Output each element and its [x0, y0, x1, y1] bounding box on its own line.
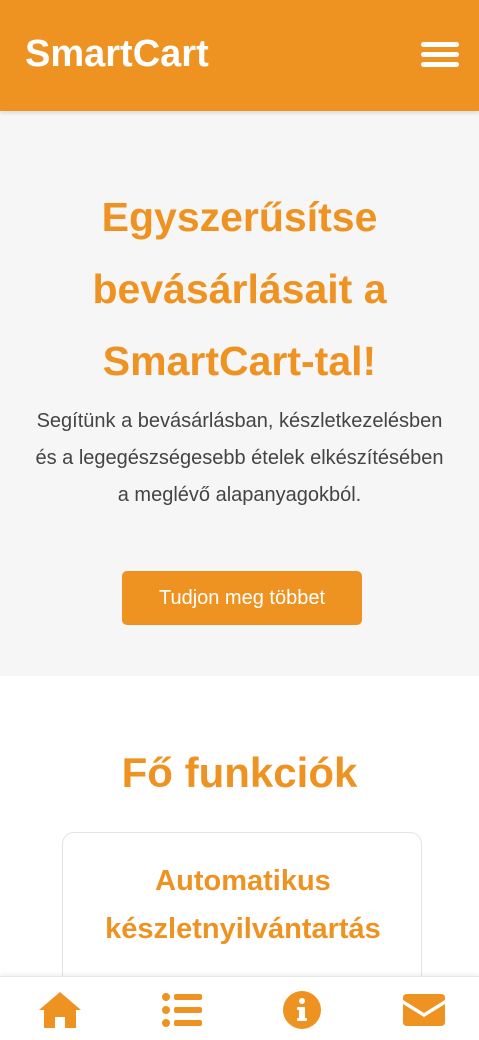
hamburger-menu-icon[interactable] — [421, 40, 459, 70]
feature-card-title: Automatikus készletnyilvántartás — [105, 865, 381, 945]
page: SmartCart Egyszerűsítse bevásárlásait a … — [0, 0, 479, 1040]
hero-section: Egyszerűsítse bevásárlásait a SmartCart-… — [0, 111, 479, 676]
nav-info[interactable] — [278, 989, 326, 1031]
info-icon — [283, 991, 321, 1029]
nav-home[interactable] — [36, 989, 84, 1031]
menu-line — [421, 52, 459, 57]
nav-contact[interactable] — [400, 989, 448, 1031]
menu-line — [421, 42, 459, 47]
top-navbar: SmartCart — [0, 0, 479, 111]
hero-description: Segítünk a bevásárlásban, készletkezelés… — [35, 410, 444, 506]
features-heading: Fő funkciók — [121, 749, 358, 796]
hero-title: Egyszerűsítse bevásárlásait a SmartCart-… — [92, 194, 387, 384]
nav-list[interactable] — [158, 989, 206, 1031]
bottom-navigation — [0, 976, 479, 1040]
brand-logo[interactable]: SmartCart — [25, 31, 209, 77]
learn-more-button[interactable]: Tudjon meg többet — [122, 571, 362, 625]
mail-icon — [403, 994, 445, 1026]
menu-line — [421, 62, 459, 67]
home-icon — [39, 992, 81, 1028]
list-icon — [162, 993, 202, 1027]
